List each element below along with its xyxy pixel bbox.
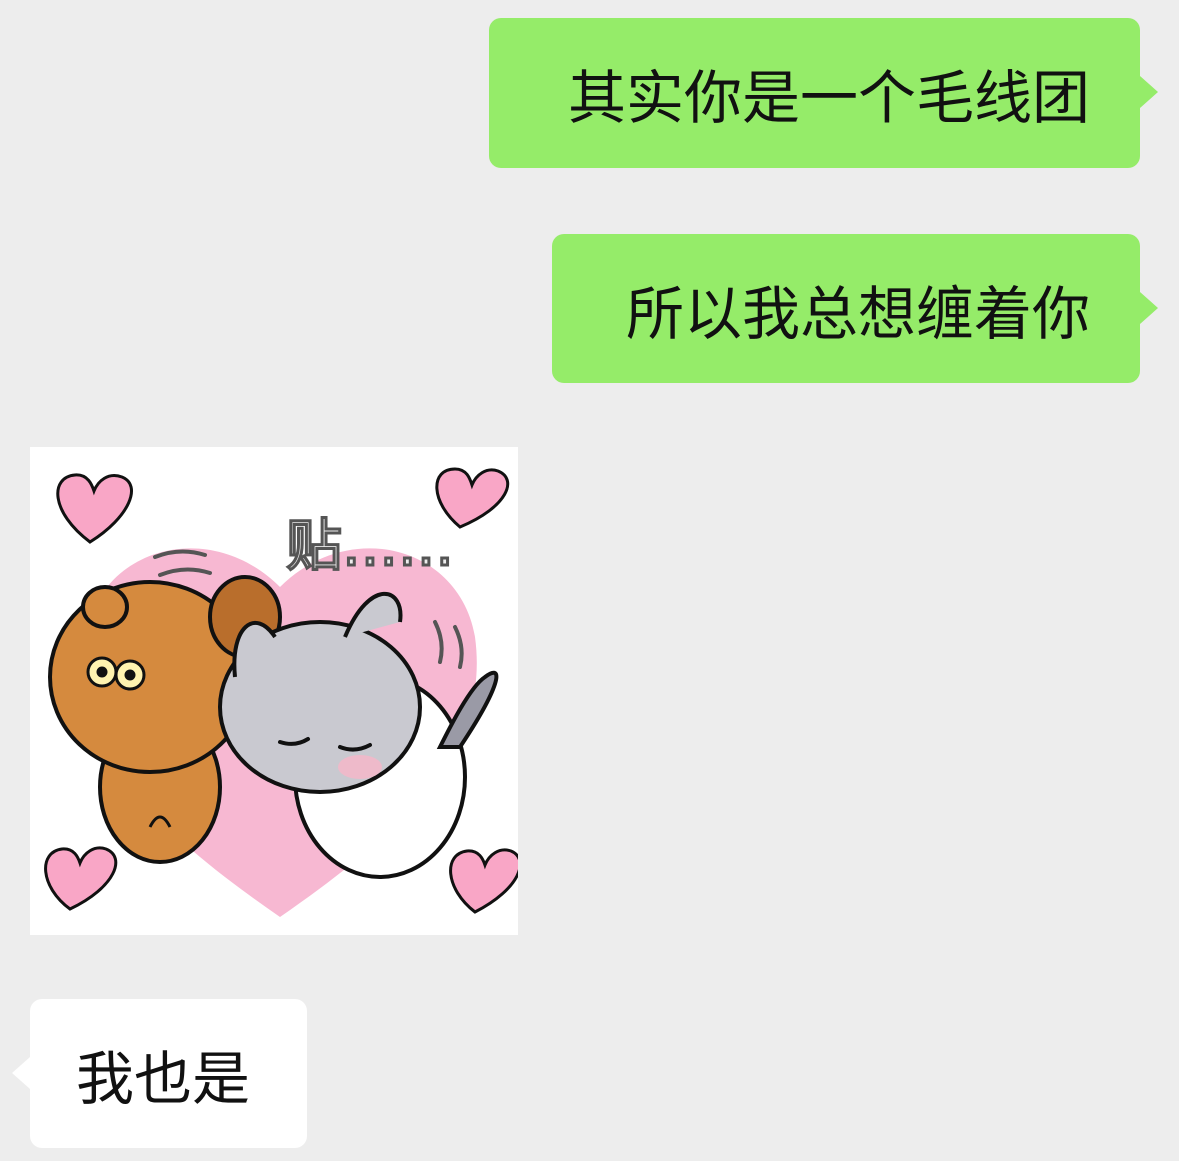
message-bubble-outgoing[interactable]: 所以我总想缠着你	[552, 234, 1158, 383]
bubble-tail	[12, 1057, 30, 1089]
message-text: 我也是	[76, 1044, 251, 1113]
bubble-tail	[1140, 292, 1158, 324]
sticker-caption: 贴……	[286, 514, 454, 579]
message-text: 其实你是一个毛线团	[567, 64, 1090, 132]
sticker-image: 贴……	[44, 467, 518, 917]
message-bubble-incoming[interactable]: 我也是	[12, 999, 307, 1148]
message-text: 所以我总想缠着你	[625, 279, 1090, 348]
message-bubble-outgoing[interactable]: 其实你是一个毛线团	[489, 18, 1158, 168]
bubble-tail	[1140, 76, 1158, 108]
sticker-message[interactable]: 贴……	[30, 447, 518, 935]
